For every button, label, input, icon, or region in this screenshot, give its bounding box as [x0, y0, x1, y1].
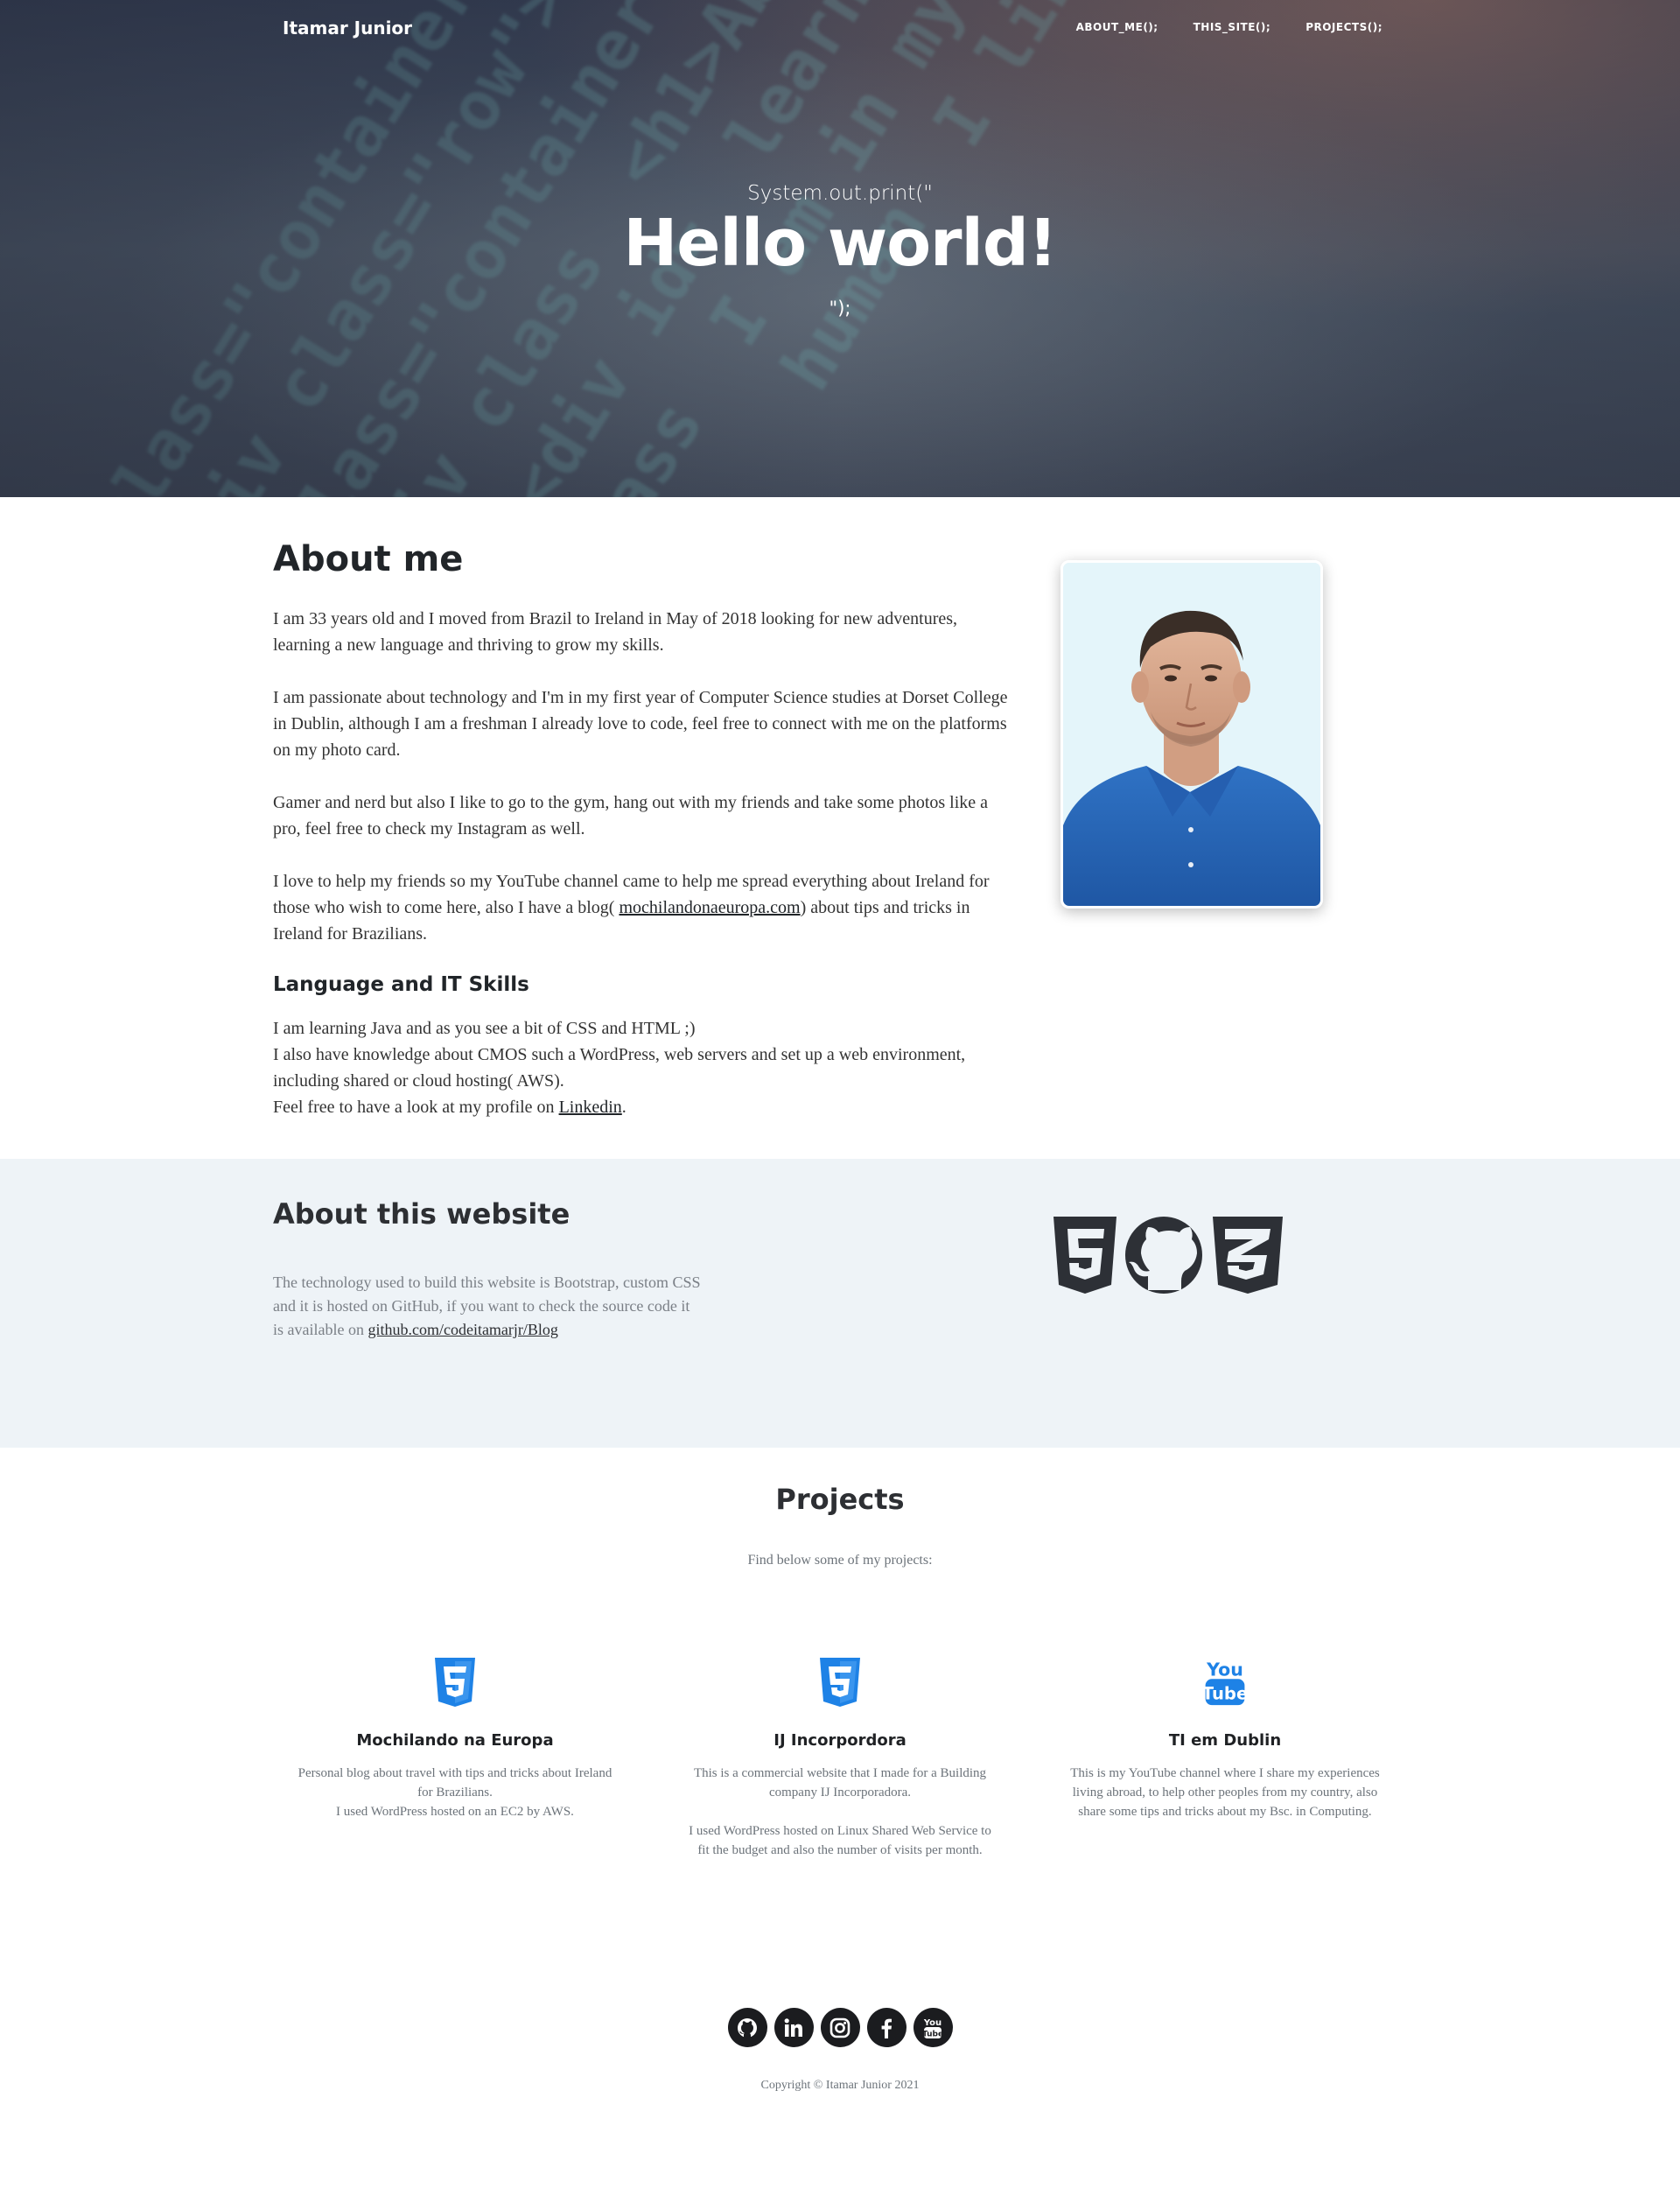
project-title[interactable]: TI em Dublin: [1068, 1731, 1382, 1750]
svg-text:You: You: [1206, 1659, 1243, 1680]
project-title[interactable]: IJ Incorpordora: [682, 1731, 998, 1750]
css3-logo-icon: [1213, 1217, 1283, 1294]
facebook-icon[interactable]: [866, 2008, 906, 2047]
project-description: This is my YouTube channel where I share…: [1070, 1766, 1380, 1819]
svg-text:You: You: [923, 2018, 942, 2028]
about-paragraph-3: Gamer and nerd but also I like to go to …: [273, 793, 989, 838]
hero-title: Hello world!: [623, 206, 1057, 281]
html5-icon[interactable]: [433, 1658, 477, 1707]
about-me-section: About me I am 33 years old and I moved f…: [0, 497, 1680, 1159]
github-icon[interactable]: [727, 2008, 767, 2047]
about-website-text: The technology used to build this websit…: [273, 1273, 701, 1338]
profile-photo: [1063, 563, 1320, 906]
instagram-icon[interactable]: [820, 2008, 860, 2047]
project-card: You Tube TI em Dublin This is my YouTube…: [1068, 1658, 1382, 1821]
projects-section: Projects Find below some of my projects:…: [0, 1448, 1680, 2008]
about-website-title: About this website: [273, 1197, 570, 1231]
linkedin-icon[interactable]: [774, 2008, 814, 2047]
blog-link[interactable]: mochilandonaeuropa.com: [619, 898, 800, 917]
footer: You Tube Copyright © Itamar Junior 2021: [0, 2008, 1680, 2196]
nav-link-projects[interactable]: PROJECTS();: [1306, 21, 1382, 33]
about-me-text: About me I am 33 years old and I moved f…: [273, 539, 1017, 1147]
html5-logo-icon: [1054, 1217, 1116, 1294]
copyright-text: Copyright © Itamar Junior 2021: [760, 2079, 920, 2092]
about-paragraph-1: I am 33 years old and I moved from Brazi…: [273, 609, 958, 655]
social-links: You Tube: [0, 2008, 1680, 2047]
about-paragraph-4: I love to help my friends so my YouTube …: [273, 872, 990, 944]
about-me-title: About me: [273, 539, 464, 579]
project-description: This is a commercial website that I made…: [689, 1766, 991, 1857]
about-paragraph-2: I am passionate about technology and I'm…: [273, 688, 1008, 760]
project-card: IJ Incorpordora This is a commercial web…: [682, 1658, 998, 1860]
skills-title: Language and IT Skills: [273, 973, 529, 996]
github-repo-link[interactable]: github.com/codeitamarjr/Blog: [368, 1321, 557, 1338]
about-website-section: About this website The technology used t…: [0, 1159, 1680, 1448]
hero-section: </div> class="container" <div class="col…: [0, 0, 1680, 497]
youtube-icon[interactable]: You Tube: [1202, 1658, 1248, 1707]
brand-logo-link[interactable]: Itamar Junior: [283, 18, 412, 39]
nav-link-about-me[interactable]: ABOUT_ME();: [1076, 21, 1158, 33]
projects-subtitle: Find below some of my projects:: [747, 1553, 933, 1568]
profile-photo-card: [1060, 560, 1323, 909]
hero-posttext: ");: [829, 298, 851, 319]
youtube-icon[interactable]: You Tube: [913, 2008, 953, 2047]
project-description: Personal blog about travel with tips and…: [298, 1766, 612, 1819]
hero-pretext: System.out.print(": [747, 182, 933, 205]
project-card: Mochilando na Europa Personal blog about…: [298, 1658, 612, 1821]
svg-text:Tube: Tube: [1202, 1684, 1248, 1704]
project-title[interactable]: Mochilando na Europa: [298, 1731, 612, 1750]
svg-text:Tube: Tube: [922, 2030, 943, 2038]
main-nav: ABOUT_ME(); THIS_SITE(); PROJECTS();: [1076, 21, 1382, 33]
github-logo-icon: [1125, 1217, 1202, 1294]
html5-icon[interactable]: [818, 1658, 862, 1707]
projects-title: Projects: [775, 1483, 905, 1516]
nav-link-this-site[interactable]: THIS_SITE();: [1194, 21, 1271, 33]
skills-text: I am learning Java and as you see a bit …: [273, 1019, 966, 1117]
tech-logos: [1050, 1215, 1284, 1300]
linkedin-link[interactable]: Linkedin: [559, 1098, 622, 1117]
